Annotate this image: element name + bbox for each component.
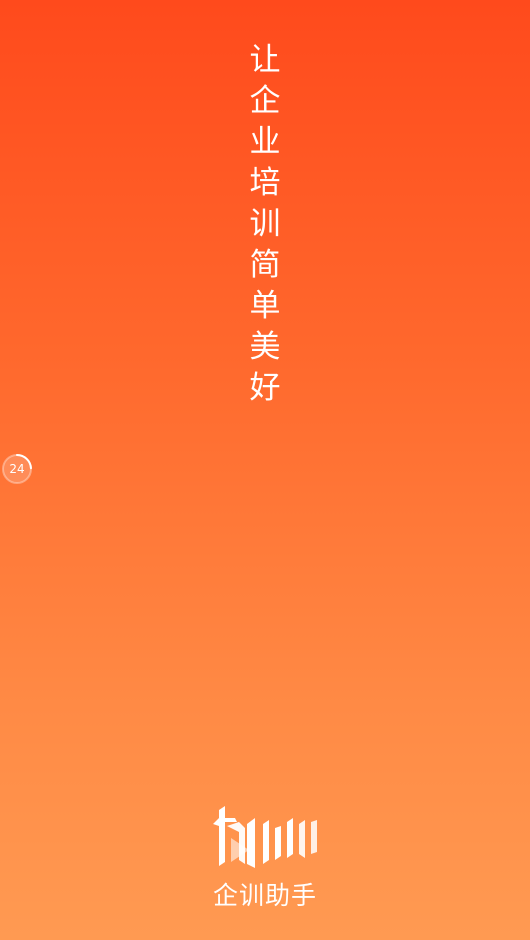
countdown-text: 24 — [9, 462, 25, 476]
slogan-char: 企 — [249, 83, 281, 119]
slogan-char: 培 — [249, 165, 281, 201]
slogan-char: 美 — [249, 329, 281, 365]
slogan-char: 训 — [249, 206, 281, 242]
slogan-char: 让 — [249, 42, 281, 78]
app-name: 企训助手 — [212, 881, 317, 910]
slogan-char: 简 — [249, 247, 281, 283]
slogan-char: 业 — [249, 124, 281, 160]
qixun-logo-icon — [205, 804, 325, 872]
slogan: 让 企 业 培 训 简 单 美 好 — [245, 40, 285, 409]
splash-screen: 让 企 业 培 训 简 单 美 好 24 企训助手 — [0, 0, 530, 940]
slogan-char: 好 — [249, 370, 281, 406]
skip-countdown-button[interactable]: 24 — [0, 451, 36, 487]
slogan-char: 单 — [249, 288, 281, 324]
